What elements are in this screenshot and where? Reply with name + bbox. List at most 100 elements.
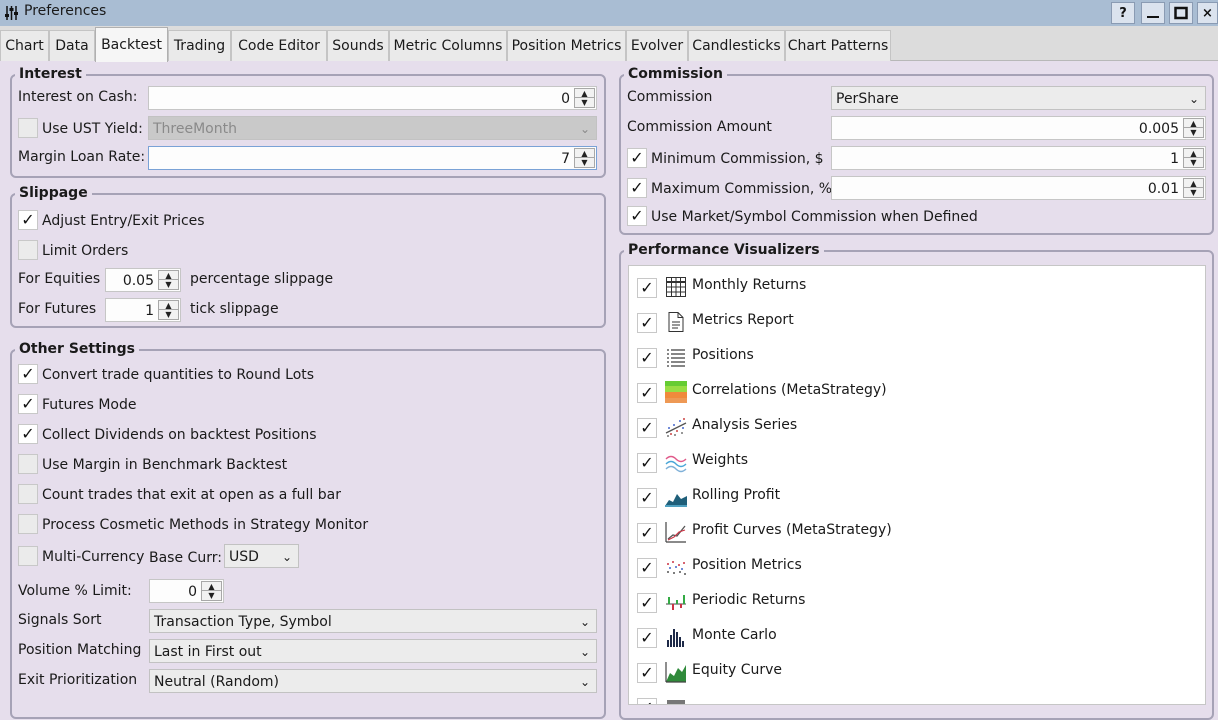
spin-up-icon[interactable]: ▲ bbox=[159, 271, 178, 280]
list-item[interactable]: ✓ Equity Curve bbox=[629, 652, 1205, 687]
spin-down-icon[interactable]: ▼ bbox=[575, 158, 594, 167]
list-item[interactable]: ✓ Correlations (MetaStrategy) bbox=[629, 372, 1205, 407]
tab-position-metrics[interactable]: Position Metrics bbox=[507, 30, 626, 61]
list-item[interactable]: ✓ Weights bbox=[629, 442, 1205, 477]
round-lots-checkbox[interactable]: ✓ bbox=[18, 364, 38, 384]
visualizer-label: Analysis Series bbox=[692, 417, 798, 433]
spin-up-icon[interactable]: ▲ bbox=[159, 301, 178, 310]
interest-on-cash-input[interactable]: 0 ▲ ▼ bbox=[148, 86, 597, 110]
tab-chart-patterns[interactable]: Chart Patterns bbox=[785, 30, 891, 61]
ust-yield-select[interactable]: ThreeMonth ⌄ bbox=[148, 116, 597, 140]
tab-sounds[interactable]: Sounds bbox=[327, 30, 389, 61]
visualizer-checkbox[interactable]: ✓ bbox=[637, 698, 657, 704]
tab-candlesticks[interactable]: Candlesticks bbox=[688, 30, 785, 61]
tab-code-editor[interactable]: Code Editor bbox=[231, 30, 327, 61]
spin-down-icon[interactable]: ▼ bbox=[1184, 188, 1203, 197]
visualizer-checkbox[interactable]: ✓ bbox=[637, 593, 657, 613]
spin-up-icon[interactable]: ▲ bbox=[1184, 149, 1203, 158]
futures-mode-checkbox[interactable]: ✓ bbox=[18, 394, 38, 414]
minimize-button[interactable] bbox=[1141, 2, 1165, 24]
tab-trading[interactable]: Trading bbox=[168, 30, 231, 61]
tab-backtest[interactable]: Backtest bbox=[95, 27, 168, 62]
limit-orders-checkbox[interactable] bbox=[18, 240, 38, 260]
maximum-commission-input[interactable]: 0.01 ▲ ▼ bbox=[831, 176, 1206, 200]
futures-slippage-spinner[interactable]: ▲ ▼ bbox=[158, 300, 179, 320]
help-button[interactable]: ? bbox=[1111, 2, 1135, 24]
interest-on-cash-spinner[interactable]: ▲ ▼ bbox=[574, 88, 595, 108]
exit-prioritization-select[interactable]: Neutral (Random) ⌄ bbox=[149, 669, 597, 693]
spin-down-icon[interactable]: ▼ bbox=[575, 98, 594, 107]
spin-down-icon[interactable]: ▼ bbox=[159, 280, 178, 289]
spin-up-icon[interactable]: ▲ bbox=[1184, 179, 1203, 188]
spin-down-icon[interactable]: ▼ bbox=[159, 310, 178, 319]
spin-up-icon[interactable]: ▲ bbox=[575, 89, 594, 98]
full-bar-checkbox[interactable] bbox=[18, 484, 38, 504]
visualizer-checkbox[interactable]: ✓ bbox=[637, 418, 657, 438]
cosmetic-methods-checkbox[interactable] bbox=[18, 514, 38, 534]
adjust-prices-checkbox[interactable]: ✓ bbox=[18, 210, 38, 230]
visualizer-checkbox[interactable]: ✓ bbox=[637, 488, 657, 508]
visualizer-checkbox[interactable]: ✓ bbox=[637, 453, 657, 473]
position-matching-select[interactable]: Last in First out ⌄ bbox=[149, 639, 597, 663]
visualizer-checkbox[interactable]: ✓ bbox=[637, 558, 657, 578]
spin-up-icon[interactable]: ▲ bbox=[1184, 119, 1203, 128]
visualizers-list[interactable]: ✓ Monthly Returns ✓ Metrics Report ✓ Pos… bbox=[628, 265, 1206, 705]
list-item[interactable]: ✓ Monte Carlo bbox=[629, 617, 1205, 652]
base-currency-select[interactable]: USD ⌄ bbox=[224, 544, 299, 568]
line-curve-icon bbox=[665, 522, 686, 543]
visualizer-checkbox[interactable]: ✓ bbox=[637, 663, 657, 683]
spin-up-icon[interactable]: ▲ bbox=[575, 149, 594, 158]
other-settings-group-title: Other Settings bbox=[15, 340, 139, 358]
signals-sort-select[interactable]: Transaction Type, Symbol ⌄ bbox=[149, 609, 597, 633]
document-icon bbox=[668, 312, 684, 332]
volume-limit-input[interactable]: 0 ▲ ▼ bbox=[149, 579, 224, 603]
title-bar: Preferences ? × bbox=[0, 0, 1218, 26]
list-item[interactable]: ✓ Position Metrics bbox=[629, 547, 1205, 582]
equities-slippage-spinner[interactable]: ▲ ▼ bbox=[158, 270, 179, 290]
spin-up-icon[interactable]: ▲ bbox=[202, 582, 221, 591]
visualizer-checkbox[interactable]: ✓ bbox=[637, 383, 657, 403]
spin-down-icon[interactable]: ▼ bbox=[1184, 128, 1203, 137]
minimum-commission-input[interactable]: 1 ▲ ▼ bbox=[831, 146, 1206, 170]
maximum-commission-checkbox[interactable]: ✓ bbox=[627, 178, 647, 198]
visualizer-checkbox[interactable]: ✓ bbox=[637, 348, 657, 368]
tab-chart[interactable]: Chart bbox=[0, 30, 49, 61]
volume-limit-spinner[interactable]: ▲ ▼ bbox=[201, 581, 222, 601]
benchmark-margin-checkbox[interactable] bbox=[18, 454, 38, 474]
list-item[interactable]: ✓ Analysis Series bbox=[629, 407, 1205, 442]
visualizer-checkbox[interactable]: ✓ bbox=[637, 313, 657, 333]
visualizer-checkbox[interactable]: ✓ bbox=[637, 628, 657, 648]
minimum-commission-spinner[interactable]: ▲ ▼ bbox=[1183, 148, 1204, 168]
use-ust-yield-checkbox[interactable] bbox=[18, 118, 38, 138]
visualizer-checkbox[interactable]: ✓ bbox=[637, 278, 657, 298]
market-commission-checkbox[interactable]: ✓ bbox=[627, 206, 647, 226]
visualizer-checkbox[interactable]: ✓ bbox=[637, 523, 657, 543]
visualizer-label: Monthly Returns bbox=[692, 277, 807, 293]
interest-on-cash-value: 0 bbox=[561, 91, 570, 107]
spin-down-icon[interactable]: ▼ bbox=[202, 591, 221, 600]
spin-down-icon[interactable]: ▼ bbox=[1184, 158, 1203, 167]
maximize-button[interactable] bbox=[1169, 2, 1193, 24]
margin-loan-rate-input[interactable]: 7 ▲ ▼ bbox=[148, 146, 597, 170]
collect-dividends-checkbox[interactable]: ✓ bbox=[18, 424, 38, 444]
margin-loan-rate-spinner[interactable]: ▲ ▼ bbox=[574, 148, 595, 168]
minimum-commission-checkbox[interactable]: ✓ bbox=[627, 148, 647, 168]
multi-currency-checkbox[interactable] bbox=[18, 546, 38, 566]
close-button[interactable]: × bbox=[1197, 2, 1218, 24]
commission-amount-spinner[interactable]: ▲ ▼ bbox=[1183, 118, 1204, 138]
futures-slippage-input[interactable]: 1 ▲ ▼ bbox=[105, 298, 181, 322]
list-item[interactable]: ✓ Rolling Profit bbox=[629, 477, 1205, 512]
tab-evolver[interactable]: Evolver bbox=[626, 30, 688, 61]
maximum-commission-spinner[interactable]: ▲ ▼ bbox=[1183, 178, 1204, 198]
equities-slippage-input[interactable]: 0.05 ▲ ▼ bbox=[105, 268, 181, 292]
tab-data[interactable]: Data bbox=[49, 30, 95, 61]
list-item[interactable]: ✓ bbox=[629, 687, 1205, 704]
list-item[interactable]: ✓ Metrics Report bbox=[629, 302, 1205, 337]
commission-type-select[interactable]: PerShare ⌄ bbox=[831, 86, 1206, 110]
list-item[interactable]: ✓ Positions bbox=[629, 337, 1205, 372]
list-item[interactable]: ✓ Profit Curves (MetaStrategy) bbox=[629, 512, 1205, 547]
list-item[interactable]: ✓ Monthly Returns bbox=[629, 267, 1205, 302]
tab-metric-columns[interactable]: Metric Columns bbox=[389, 30, 507, 61]
list-item[interactable]: ✓ Periodic Returns bbox=[629, 582, 1205, 617]
commission-amount-input[interactable]: 0.005 ▲ ▼ bbox=[831, 116, 1206, 140]
